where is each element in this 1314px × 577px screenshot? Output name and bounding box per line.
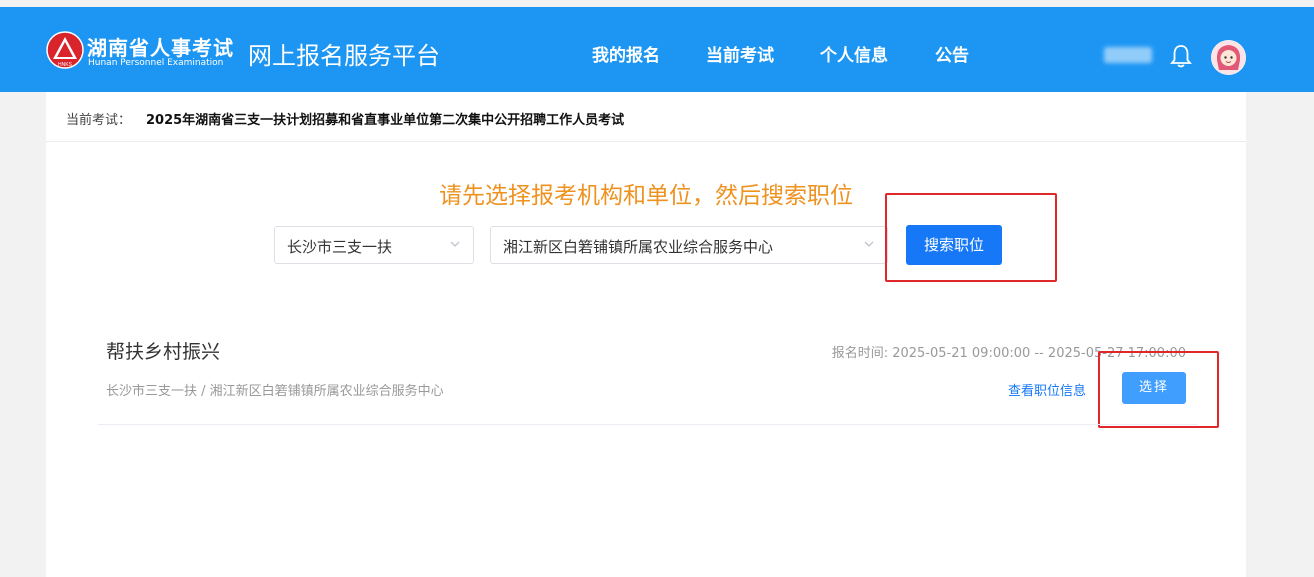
highlight-box-select bbox=[1098, 351, 1219, 428]
logo-english-name: Hunan Personnel Examination bbox=[88, 58, 224, 68]
job-title: 帮扶乡村振兴 bbox=[106, 341, 221, 363]
job-organization-path: 长沙市三支一扶 / 湘江新区白箬铺镇所属农业综合服务中心 bbox=[106, 384, 444, 399]
logo-emblem-icon: HNKS bbox=[46, 31, 84, 69]
chevron-down-icon bbox=[450, 241, 460, 247]
search-instruction: 请先选择报考机构和单位，然后搜索职位 bbox=[439, 183, 853, 209]
organization-select-value: 长沙市三支一扶 bbox=[287, 238, 393, 256]
unit-select[interactable]: 湘江新区白箬铺镇所属农业综合服务中心 bbox=[490, 226, 888, 264]
bell-icon[interactable] bbox=[1170, 44, 1192, 68]
nav-personal-info[interactable]: 个人信息 bbox=[820, 41, 888, 66]
current-exam-name: 2025年湖南省三支一扶计划招募和省直事业单位第二次集中公开招聘工作人员考试 bbox=[146, 113, 625, 128]
chevron-down-icon bbox=[864, 241, 874, 247]
main-content-card: 当前考试： 2025年湖南省三支一扶计划招募和省直事业单位第二次集中公开招聘工作… bbox=[46, 92, 1246, 577]
current-exam-label: 当前考试： bbox=[66, 113, 132, 128]
top-navigation-bar: HNKS 湖南省人事考试 Hunan Personnel Examination… bbox=[0, 7, 1314, 92]
nav-current-exam[interactable]: 当前考试 bbox=[706, 41, 774, 66]
list-divider bbox=[98, 424, 1198, 425]
nav-my-registration[interactable]: 我的报名 bbox=[592, 41, 660, 66]
avatar[interactable] bbox=[1211, 40, 1246, 75]
organization-select[interactable]: 长沙市三支一扶 bbox=[274, 226, 474, 264]
site-logo[interactable]: HNKS 湖南省人事考试 Hunan Personnel Examination bbox=[46, 31, 236, 71]
highlight-box-search bbox=[885, 193, 1057, 282]
platform-title: 网上报名服务平台 bbox=[248, 42, 440, 70]
blurred-username[interactable] bbox=[1104, 47, 1152, 63]
logo-emblem-text: HNKS bbox=[58, 62, 73, 68]
unit-select-value: 湘江新区白箬铺镇所属农业综合服务中心 bbox=[503, 238, 774, 256]
view-position-info-link[interactable]: 查看职位信息 bbox=[1008, 380, 1086, 399]
logo-chinese-name: 湖南省人事考试 bbox=[87, 36, 234, 60]
current-exam-bar: 当前考试： 2025年湖南省三支一扶计划招募和省直事业单位第二次集中公开招聘工作… bbox=[46, 92, 1246, 142]
nav-announcements[interactable]: 公告 bbox=[935, 41, 969, 66]
avatar-icon bbox=[1211, 40, 1246, 75]
